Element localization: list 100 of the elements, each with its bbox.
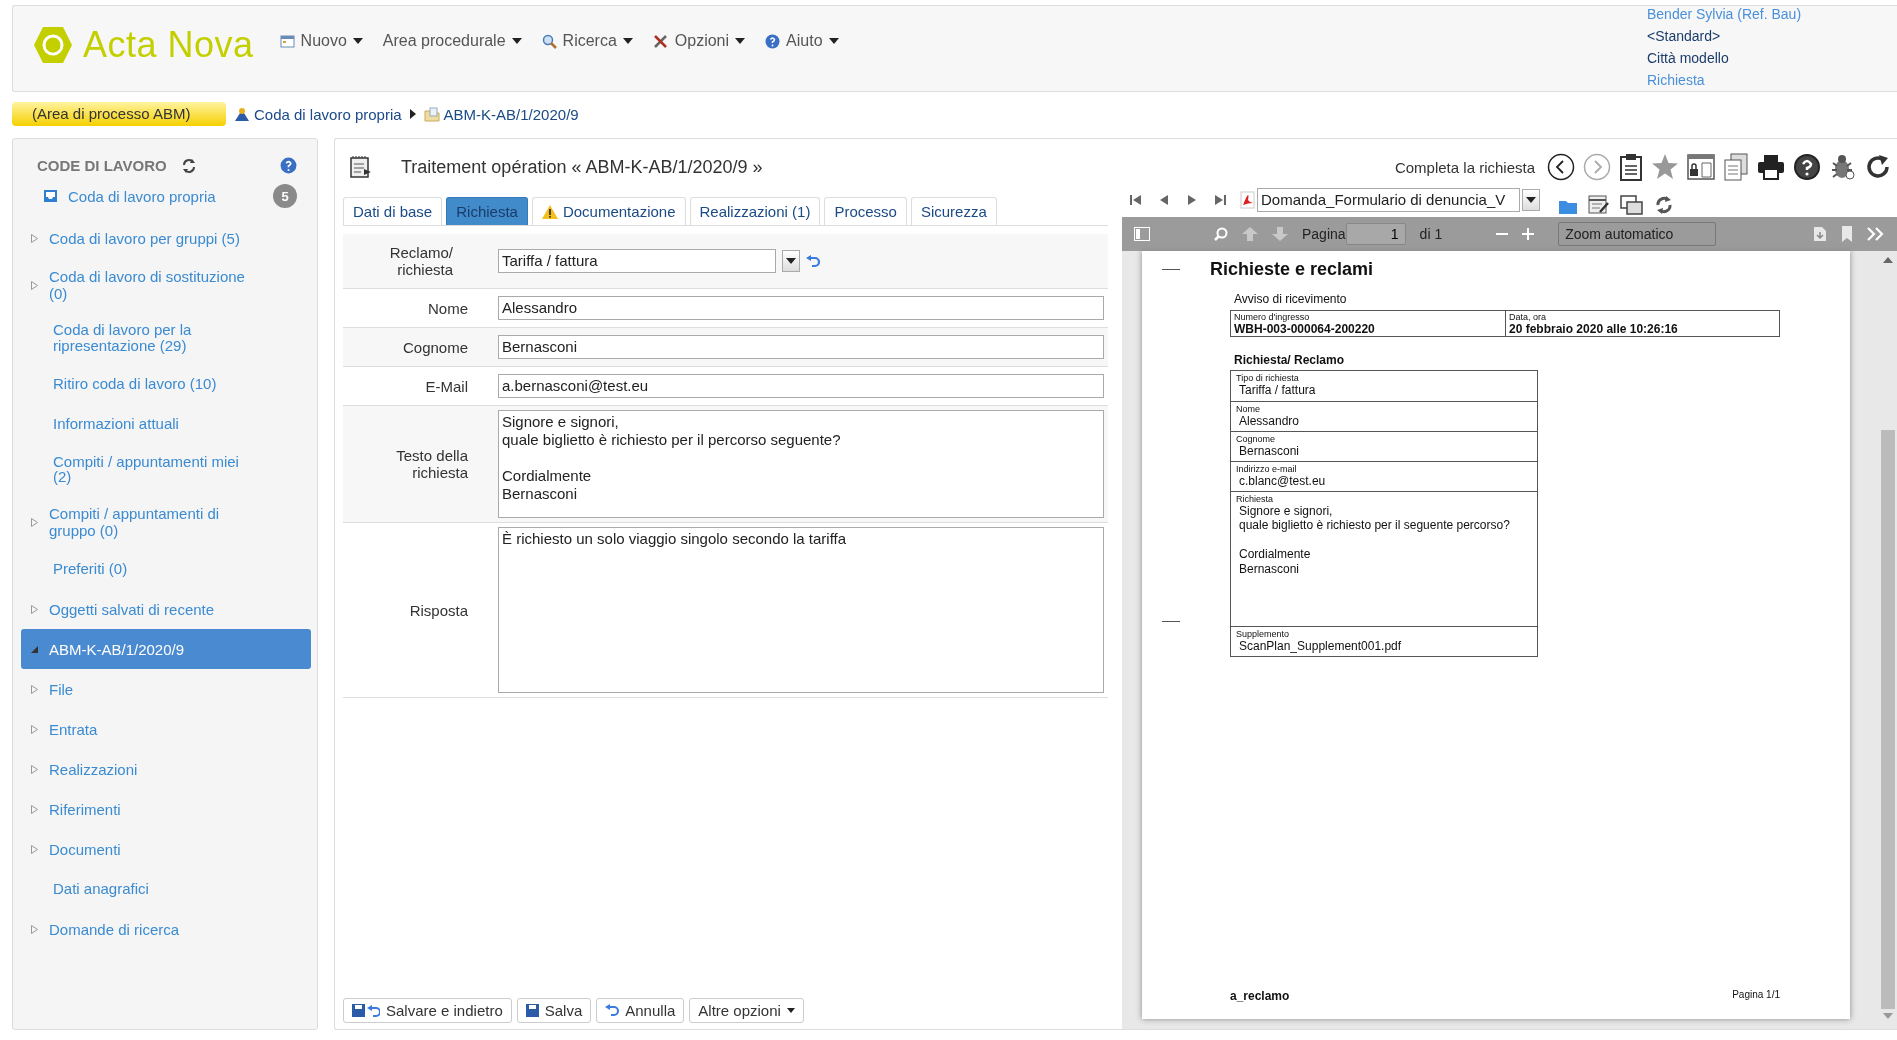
sync-icon[interactable] bbox=[1654, 195, 1674, 215]
text-area[interactable]: Signore e signori, quale biglietto è richiesto per il percorso seguente? Cordialmente Bernasconi bbox=[498, 410, 1104, 518]
back-icon[interactable] bbox=[1547, 153, 1575, 181]
page-indicator: Pagina 1/1 bbox=[1732, 989, 1780, 1002]
up-arrow-icon[interactable] bbox=[1242, 227, 1258, 241]
count-badge: 5 bbox=[273, 184, 297, 208]
search-icon[interactable] bbox=[1214, 227, 1228, 241]
table-cell: Richiesta Signore e signori, quale biglietto è richiesto per il seguente percorso? Cordialmente Bernasconi bbox=[1231, 491, 1537, 627]
action-button[interactable]: Altre opzioni bbox=[689, 998, 804, 1023]
dropdown-button[interactable] bbox=[1522, 189, 1540, 211]
breadcrumb-link[interactable]: Coda di lavoro propria bbox=[234, 105, 402, 123]
star-icon[interactable] bbox=[1651, 153, 1679, 181]
undo-icon[interactable] bbox=[806, 254, 820, 268]
menu-item[interactable]: Opzioni bbox=[646, 30, 752, 52]
dropdown-button[interactable] bbox=[782, 250, 800, 272]
user-info-text: <Standard> bbox=[1647, 28, 1722, 44]
input-field[interactable]: Bernasconi bbox=[498, 335, 1104, 359]
bug-icon[interactable] bbox=[1829, 153, 1857, 181]
document-footer-name: a_reclamo bbox=[1230, 989, 1290, 1003]
expand-icon[interactable] bbox=[30, 517, 38, 527]
zoom-dropdown[interactable]: Zoom automatico bbox=[1558, 222, 1717, 246]
table-cell: Supplemento ScanPlan_Supplement001.pdf bbox=[1231, 626, 1537, 657]
collapse-icon[interactable] bbox=[30, 645, 38, 653]
save-back-icon bbox=[352, 1003, 380, 1018]
table-cell: Nome Alessandro bbox=[1231, 401, 1537, 432]
hexagon-logo-icon bbox=[33, 25, 73, 65]
field-label: E-Mail bbox=[424, 377, 468, 395]
menu-item[interactable]: Aiuto bbox=[759, 30, 845, 52]
field-label: Risposta bbox=[408, 601, 468, 619]
caret-icon bbox=[511, 38, 522, 44]
expand-icon[interactable] bbox=[30, 804, 38, 814]
page-number-field[interactable]: 1 bbox=[1345, 223, 1406, 245]
field-label: Testo della richiesta bbox=[395, 447, 468, 481]
menu-item[interactable]: Nuovo bbox=[273, 30, 369, 52]
clipboard-icon[interactable] bbox=[1619, 153, 1643, 181]
forward-icon[interactable] bbox=[1583, 153, 1611, 181]
expand-icon[interactable] bbox=[30, 280, 38, 290]
next-page-icon[interactable] bbox=[1187, 195, 1196, 205]
text-area[interactable]: È richiesto un solo viaggio singolo secondo la tariffa bbox=[498, 527, 1104, 693]
refresh-icon[interactable] bbox=[180, 157, 197, 174]
input-field[interactable]: Alessandro bbox=[498, 296, 1104, 320]
expand-icon[interactable] bbox=[30, 924, 38, 934]
first-page-icon[interactable] bbox=[1130, 195, 1142, 205]
zoom-in-icon[interactable] bbox=[1522, 228, 1535, 240]
more-tools-icon[interactable] bbox=[1867, 227, 1885, 241]
down-arrow-icon[interactable] bbox=[1272, 227, 1288, 241]
action-button[interactable]: Salva bbox=[516, 998, 592, 1023]
expand-icon[interactable] bbox=[30, 764, 38, 774]
help-icon[interactable] bbox=[1793, 153, 1821, 181]
table-cell-text: Tipo di richiesta Tariffa / fattura bbox=[1235, 372, 1317, 400]
menu-item[interactable]: Ricerca bbox=[535, 30, 639, 52]
field-label: Cognome bbox=[401, 338, 468, 356]
breadcrumb-link[interactable]: ABM-K-AB/1/2020/9 bbox=[423, 105, 579, 123]
tab[interactable]: Processo bbox=[824, 197, 907, 225]
locked-pdf-icon[interactable] bbox=[1687, 153, 1715, 181]
tab[interactable]: Sicurezza bbox=[910, 197, 997, 225]
sidebar-toggle-icon[interactable] bbox=[1134, 227, 1150, 241]
page-count: di 1 bbox=[1419, 226, 1443, 242]
copy-icon[interactable] bbox=[1723, 153, 1749, 181]
tools-icon bbox=[652, 33, 669, 49]
action-button[interactable]: Annulla bbox=[596, 998, 685, 1023]
edit-document-icon[interactable] bbox=[1588, 195, 1610, 215]
process-area-label: (Area di processo ABM) bbox=[12, 102, 226, 126]
field-label: Nome bbox=[427, 299, 468, 317]
expand-icon[interactable] bbox=[30, 604, 38, 614]
caret-icon bbox=[1526, 197, 1536, 203]
pdf-file-icon bbox=[1240, 191, 1255, 209]
scroll-up-icon[interactable] bbox=[1883, 257, 1893, 263]
expand-icon[interactable] bbox=[30, 233, 38, 243]
expand-icon[interactable] bbox=[30, 724, 38, 734]
worker-icon bbox=[234, 106, 250, 122]
expand-icon[interactable] bbox=[30, 844, 38, 854]
tab[interactable]: Dati di base bbox=[343, 197, 443, 225]
expand-icon[interactable] bbox=[30, 684, 38, 694]
sidebar-title: CODE DI LAVORO bbox=[37, 157, 167, 174]
input-field[interactable]: a.bernasconi@test.eu bbox=[498, 374, 1104, 398]
print-icon[interactable] bbox=[1757, 154, 1785, 180]
tab[interactable]: Realizzazioni (1) bbox=[689, 197, 821, 225]
caret-icon bbox=[735, 38, 746, 44]
dropdown-field[interactable]: Tariffa / fattura bbox=[498, 249, 776, 273]
last-page-icon[interactable] bbox=[1214, 195, 1226, 205]
windows-icon[interactable] bbox=[1620, 195, 1644, 215]
scroll-down-icon[interactable] bbox=[1883, 1013, 1893, 1019]
previous-page-icon[interactable] bbox=[1160, 195, 1169, 205]
complete-request-label: Completa la richiesta bbox=[1394, 158, 1535, 176]
bookmark-icon[interactable] bbox=[1841, 226, 1853, 242]
logo-text: Acta Nova bbox=[83, 24, 254, 66]
document-dropdown[interactable]: Domanda_Formulario di denuncia_V bbox=[1257, 188, 1520, 212]
sidebar-item[interactable]: ABM-K-AB/1/2020/9 bbox=[21, 629, 311, 669]
caret-icon bbox=[352, 38, 363, 44]
tab[interactable]: Documentazione bbox=[531, 197, 686, 225]
download-icon[interactable] bbox=[1813, 226, 1827, 242]
action-button[interactable]: Salvare e indietro bbox=[343, 998, 512, 1023]
caret-icon bbox=[786, 258, 796, 264]
refresh-icon[interactable] bbox=[1865, 154, 1891, 180]
caret-icon bbox=[828, 38, 839, 44]
menu-item[interactable]: Area procedurale bbox=[376, 30, 528, 52]
page-label: Pagina bbox=[1302, 226, 1346, 242]
table-cell: Cognome Bernasconi bbox=[1231, 431, 1537, 462]
caret-icon bbox=[786, 1008, 795, 1013]
